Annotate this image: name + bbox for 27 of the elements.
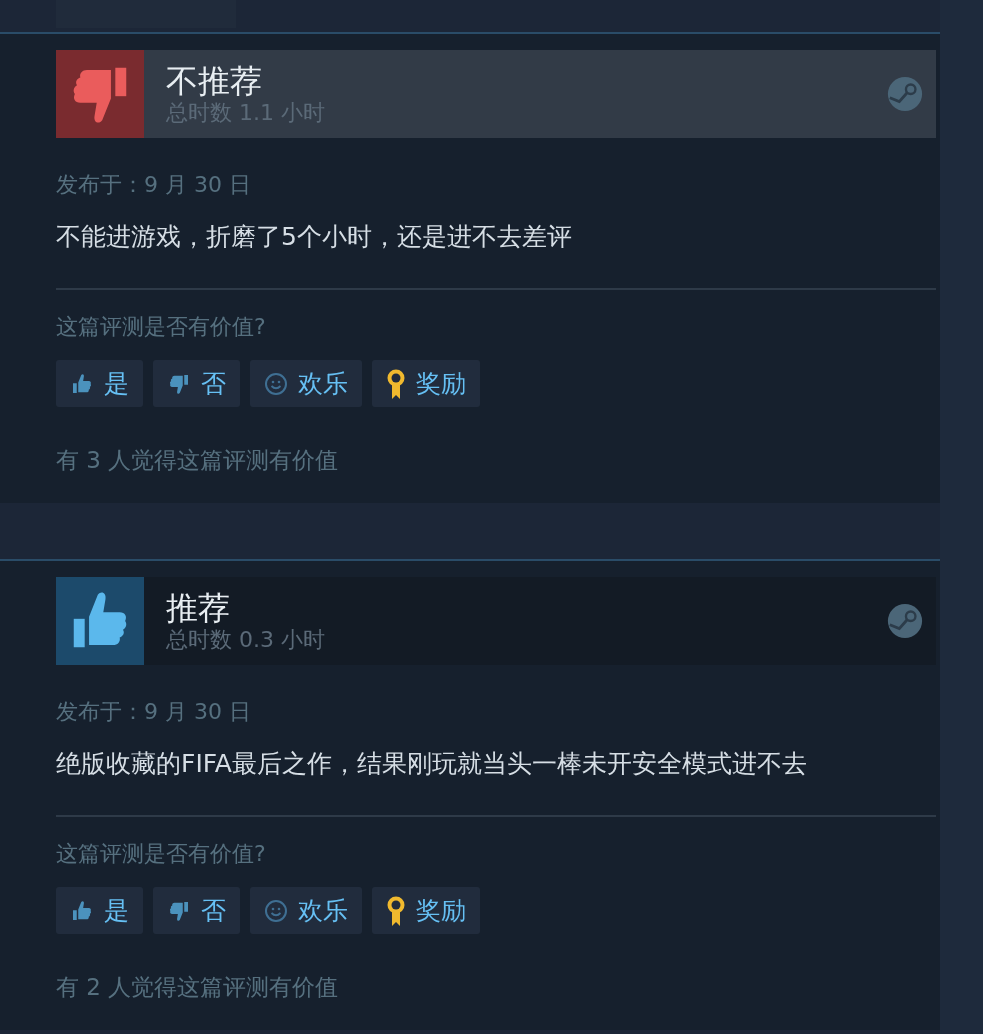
vote-button[interactable]: 欢乐	[250, 887, 362, 934]
review-text: 不能进游戏，折磨了5个小时，还是进不去差评	[56, 221, 573, 253]
review-text: 绝版收藏的FIFA最后之作，结果刚玩就当头一棒未开安全模式进不去	[56, 748, 808, 780]
steam-logo-icon	[886, 75, 924, 113]
vote-button[interactable]: 奖励	[372, 360, 480, 407]
award-icon	[386, 894, 406, 927]
thumbs-up-icon	[70, 371, 94, 396]
steam-logo-icon	[886, 602, 924, 640]
helpful-count: 有 3 人觉得这篇评测有价值	[56, 446, 340, 475]
post-date: 发布于：9 月 30 日	[56, 698, 252, 726]
vote-button[interactable]: 是	[56, 360, 143, 407]
helpful-question: 这篇评测是否有价值?	[56, 840, 267, 868]
verdict-title: 推荐	[166, 589, 231, 627]
helpful-question: 这篇评测是否有价值?	[56, 313, 267, 341]
helpful-count: 有 2 人觉得这篇评测有价值	[56, 973, 340, 1002]
smiley-icon	[264, 371, 288, 396]
thumbs-up-icon	[70, 898, 94, 923]
vote-button[interactable]: 否	[153, 887, 240, 934]
vote-button[interactable]: 欢乐	[250, 360, 362, 407]
verdict-title: 不推荐	[166, 62, 263, 100]
vote-button[interactable]: 否	[153, 360, 240, 407]
vote-button[interactable]: 是	[56, 887, 143, 934]
playtime-text: 总时数 0.3 小时	[166, 627, 326, 653]
vote-button[interactable]: 奖励	[372, 887, 480, 934]
post-date: 发布于：9 月 30 日	[56, 171, 252, 199]
smiley-icon	[264, 898, 288, 923]
award-icon	[386, 367, 406, 400]
